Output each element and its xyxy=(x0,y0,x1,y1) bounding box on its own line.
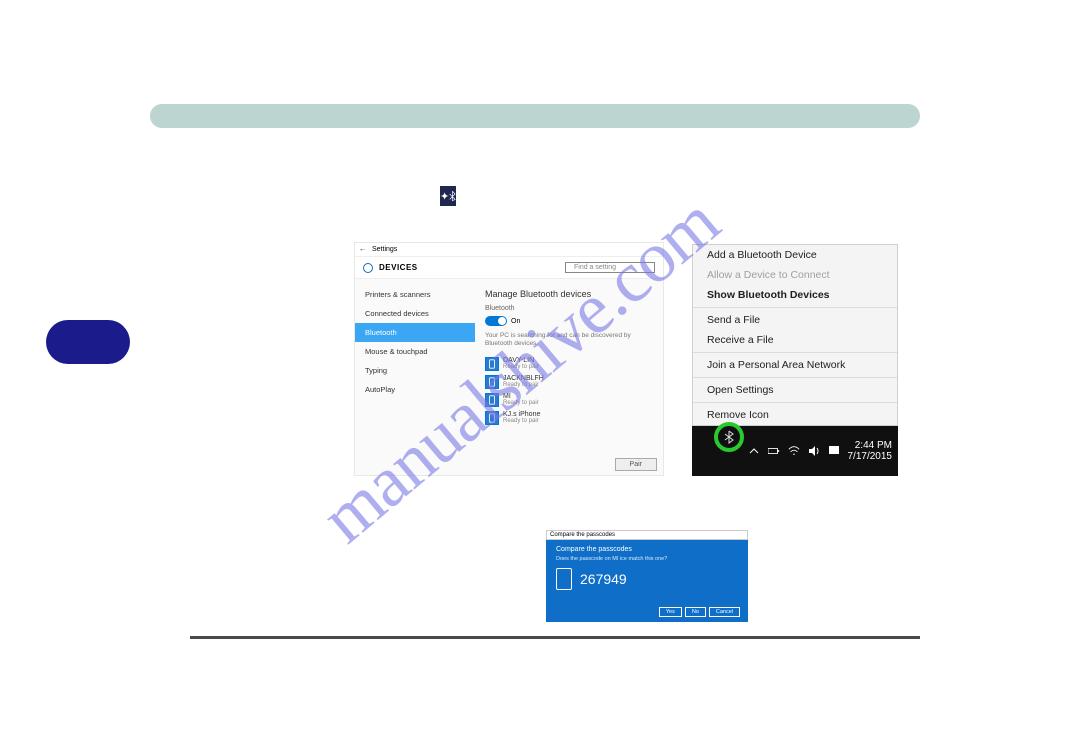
device-row[interactable]: KJ.s iPhone Ready to pair xyxy=(485,410,653,426)
phone-icon xyxy=(556,568,572,590)
ctx-receive-file[interactable]: Receive a File xyxy=(693,330,897,350)
header-pill xyxy=(150,104,920,128)
bluetooth-hint: Your PC is searching for and can be disc… xyxy=(485,332,653,348)
passcode-subtext: Does the passcode on MI ice match this o… xyxy=(556,556,738,562)
taskbar: 2:44 PM 7/17/2015 xyxy=(692,426,898,476)
titlebar-title: Settings xyxy=(372,246,397,253)
passcode-value: 267949 xyxy=(580,571,627,587)
device-row[interactable]: JACKNBLFH Ready to pair xyxy=(485,374,653,390)
ctx-separator xyxy=(693,377,897,378)
device-status: Ready to pair xyxy=(503,418,540,424)
cancel-button[interactable]: Cancel xyxy=(709,607,740,617)
highlight-circle xyxy=(714,422,744,452)
sidebar-item-typing[interactable]: Typing xyxy=(355,361,475,380)
clock-time: 2:44 PM xyxy=(848,440,893,451)
sidebar-item-connected[interactable]: Connected devices xyxy=(355,304,475,323)
bluetooth-context-menu: Add a Bluetooth Device Allow a Device to… xyxy=(692,244,898,426)
passcode-titlebar: Compare the passcodes xyxy=(546,530,748,540)
settings-titlebar: ← Settings xyxy=(355,243,663,257)
gear-icon xyxy=(363,263,373,273)
notifications-icon[interactable] xyxy=(828,445,840,457)
bluetooth-tray-icon[interactable] xyxy=(722,430,736,444)
system-tray xyxy=(748,445,840,457)
ctx-separator xyxy=(693,402,897,403)
wifi-icon[interactable] xyxy=(788,445,800,457)
context-taskbar-panel: Add a Bluetooth Device Allow a Device to… xyxy=(692,244,898,476)
ctx-show-devices[interactable]: Show Bluetooth Devices xyxy=(693,285,897,305)
sidebar-item-bluetooth[interactable]: Bluetooth xyxy=(355,323,475,342)
settings-header: DEVICES Find a setting xyxy=(355,257,663,279)
chevron-up-icon[interactable] xyxy=(748,445,760,457)
pair-button[interactable]: Pair xyxy=(615,458,657,471)
ctx-join-pan[interactable]: Join a Personal Area Network xyxy=(693,355,897,375)
clock[interactable]: 2:44 PM 7/17/2015 xyxy=(848,440,893,462)
device-name: DAVY-LIN xyxy=(503,357,539,364)
device-name: KJ.s iPhone xyxy=(503,411,540,418)
footer-rule xyxy=(190,636,920,639)
ctx-send-file[interactable]: Send a File xyxy=(693,310,897,330)
bluetooth-toggle-state: On xyxy=(511,318,520,325)
ctx-add-device[interactable]: Add a Bluetooth Device xyxy=(693,245,897,265)
no-button[interactable]: No xyxy=(685,607,706,617)
phone-icon xyxy=(485,375,499,389)
device-list: DAVY-LIN Ready to pair JACKNBLFH Ready t… xyxy=(485,356,653,426)
ctx-open-settings[interactable]: Open Settings xyxy=(693,380,897,400)
phone-icon xyxy=(485,411,499,425)
passcode-dialog: Compare the passcodes Compare the passco… xyxy=(546,530,748,622)
settings-category-title: DEVICES xyxy=(379,263,418,272)
page-marker-pill xyxy=(46,320,130,364)
sidebar-item-mouse[interactable]: Mouse & touchpad xyxy=(355,342,475,361)
phone-icon xyxy=(485,393,499,407)
ctx-separator xyxy=(693,352,897,353)
passcode-prompt: Compare the passcodes xyxy=(556,546,738,553)
sidebar-item-autoplay[interactable]: AutoPlay xyxy=(355,380,475,399)
device-row[interactable]: DAVY-LIN Ready to pair xyxy=(485,356,653,372)
device-row[interactable]: MI Ready to pair xyxy=(485,392,653,408)
device-name: MI xyxy=(503,393,539,400)
settings-main-title: Manage Bluetooth devices xyxy=(485,289,653,299)
battery-icon[interactable] xyxy=(768,445,780,457)
bluetooth-icon xyxy=(440,186,456,206)
clock-date: 7/17/2015 xyxy=(848,451,893,462)
sidebar-item-printers[interactable]: Printers & scanners xyxy=(355,285,475,304)
ctx-separator xyxy=(693,307,897,308)
device-status: Ready to pair xyxy=(503,400,539,406)
search-input[interactable]: Find a setting xyxy=(565,262,655,273)
device-status: Ready to pair xyxy=(503,382,544,388)
device-status: Ready to pair xyxy=(503,364,539,370)
phone-icon xyxy=(485,357,499,371)
ctx-allow-connect: Allow a Device to Connect xyxy=(693,265,897,285)
settings-window: ← Settings DEVICES Find a setting Printe… xyxy=(354,242,664,476)
settings-main: Manage Bluetooth devices Bluetooth On Yo… xyxy=(475,279,663,475)
back-arrow-icon[interactable]: ← xyxy=(359,246,366,253)
volume-icon[interactable] xyxy=(808,445,820,457)
bluetooth-toggle[interactable] xyxy=(485,316,507,326)
settings-sidebar: Printers & scanners Connected devices Bl… xyxy=(355,279,475,475)
yes-button[interactable]: Yes xyxy=(659,607,682,617)
bluetooth-label: Bluetooth xyxy=(485,305,653,312)
device-name: JACKNBLFH xyxy=(503,375,544,382)
